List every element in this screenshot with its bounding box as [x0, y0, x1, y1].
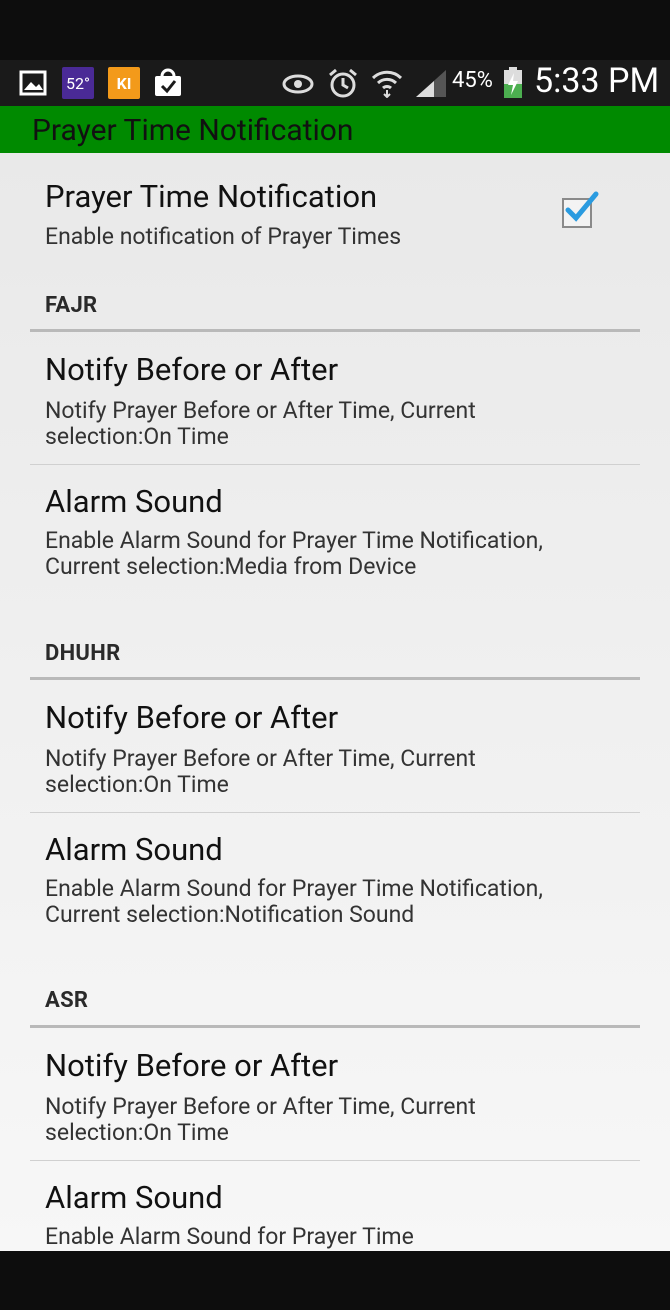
- app-title: Prayer Time Notification: [32, 113, 354, 148]
- signal-icon: [414, 67, 448, 99]
- section-header-fajr: FAJR: [45, 293, 98, 318]
- app-bar: Prayer Time Notification: [0, 106, 670, 153]
- pref-summary: Enable notification of Prayer Times: [45, 223, 402, 250]
- pref-asr-alarm[interactable]: Alarm Sound Enable Alarm Sound for Praye…: [0, 1161, 670, 1251]
- eye-icon: [282, 67, 314, 99]
- section-header-dhuhr: DHUHR: [45, 641, 121, 666]
- wifi-icon: [370, 67, 404, 99]
- pref-summary: Notify Prayer Before or After Time, Curr…: [45, 745, 476, 798]
- pref-prayer-notification-toggle[interactable]: Prayer Time Notification Enable notifica…: [0, 153, 670, 283]
- pref-summary: Notify Prayer Before or After Time, Curr…: [45, 397, 476, 450]
- pref-title: Alarm Sound: [45, 483, 223, 520]
- weather-temp-badge: 52°: [62, 67, 94, 99]
- pref-title: Notify Before or After: [45, 699, 339, 736]
- pref-title: Notify Before or After: [45, 1047, 339, 1084]
- section-header-asr: ASR: [45, 988, 89, 1013]
- alarm-icon: [327, 67, 359, 99]
- preferences-list: Prayer Time Notification Enable notifica…: [0, 153, 670, 1251]
- battery-charging-icon: [502, 67, 524, 99]
- battery-percent: 45%: [452, 68, 493, 93]
- pref-summary: Enable Alarm Sound for Prayer Time Notif…: [45, 875, 543, 928]
- pref-title: Alarm Sound: [45, 1179, 223, 1216]
- pref-dhuhr-notify[interactable]: Notify Before or After Notify Prayer Bef…: [0, 680, 670, 812]
- gallery-icon: [18, 67, 48, 99]
- pref-title: Alarm Sound: [45, 831, 223, 868]
- pref-fajr-notify[interactable]: Notify Before or After Notify Prayer Bef…: [0, 332, 670, 464]
- pref-summary: Enable Alarm Sound for Prayer Time Notif…: [45, 527, 543, 580]
- enable-notification-checkbox[interactable]: [562, 191, 599, 228]
- pref-title: Notify Before or After: [45, 351, 339, 388]
- pref-title: Prayer Time Notification: [45, 178, 378, 215]
- pref-fajr-alarm[interactable]: Alarm Sound Enable Alarm Sound for Praye…: [0, 465, 670, 625]
- navigation-bar: [0, 1251, 670, 1310]
- shopping-bag-icon: [152, 67, 184, 99]
- ki-app-icon: KI: [108, 67, 140, 99]
- pref-summary: Notify Prayer Before or After Time, Curr…: [45, 1093, 476, 1146]
- pref-dhuhr-alarm[interactable]: Alarm Sound Enable Alarm Sound for Praye…: [0, 813, 670, 973]
- pref-asr-notify[interactable]: Notify Before or After Notify Prayer Bef…: [0, 1028, 670, 1160]
- clock: 5:33 PM: [534, 61, 660, 101]
- pref-summary: Enable Alarm Sound for Prayer Time: [45, 1223, 414, 1250]
- system-top-padding: [0, 0, 670, 60]
- checkmark-icon: [565, 191, 599, 222]
- status-bar: 52° KI 45% 5:33 PM: [0, 60, 670, 106]
